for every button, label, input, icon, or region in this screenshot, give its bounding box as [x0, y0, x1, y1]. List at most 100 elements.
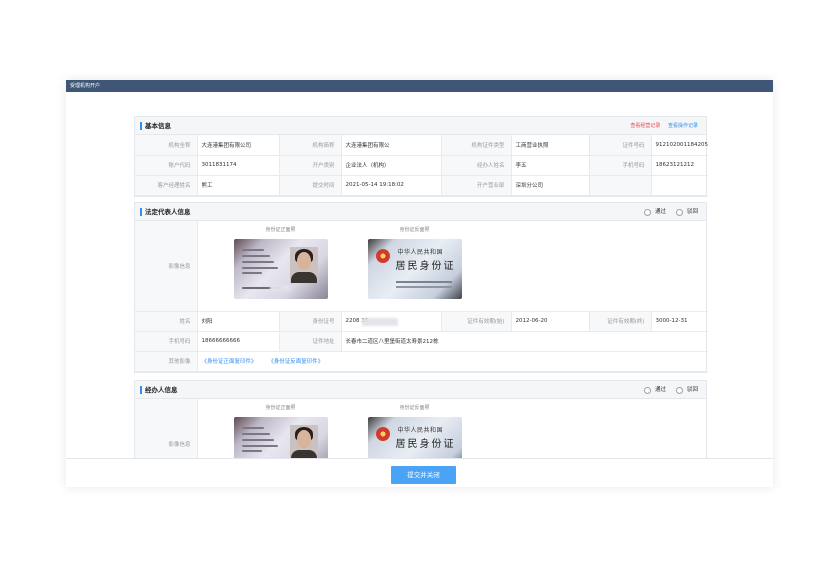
- field-value: 18666666666: [196, 330, 280, 352]
- table-row: 客户经理姓名 熊工 提交时间 2021-05-14 19:18:02 开户营业部…: [135, 174, 708, 196]
- field-label: 开户营业部: [440, 174, 512, 196]
- table-row: 机构全称 大连港集团有限公司 机构简称 大连港集团有限公 机构证件类型 工商营业…: [135, 135, 708, 156]
- field-value: 大连港集团有限公司: [196, 135, 280, 156]
- legal-rep-title: 法定代表人信息: [145, 208, 191, 216]
- basic-info-panel: 基本信息 查看经营记录 查看操作记录 机构全称 大连港集团有限公司 机构简称 大…: [134, 116, 708, 197]
- card-country-text: 中华人民共和国: [397, 427, 444, 434]
- view-operation-records-link[interactable]: 查看操作记录: [668, 123, 698, 129]
- approve-radio[interactable]: 通过: [643, 381, 666, 399]
- section-accent-bar: [140, 122, 142, 130]
- field-label: 机构全称: [135, 135, 198, 156]
- approve-radio[interactable]: 通过: [643, 203, 666, 221]
- field-label: 机构简称: [278, 135, 342, 156]
- legal-rep-panel: 法定代表人信息 通过 驳回 影像信息 身份证正面照 身份证反面照 中华人民共和国…: [134, 202, 709, 373]
- image-cell: 身份证正面照 身份证反面照 中华人民共和国 居民身份证: [196, 399, 708, 458]
- id-front-image[interactable]: 身份证正面照: [233, 399, 328, 458]
- basic-info-table: 机构全称 大连港集团有限公司 机构简称 大连港集团有限公 机构证件类型 工商营业…: [135, 135, 708, 196]
- window-title: 受理机构开户: [66, 80, 773, 92]
- image-row: 影像信息 身份证正面照 身份证反面照 中华人民共和国 居民身份证: [135, 399, 708, 458]
- field-value: 企业法人（机构）: [340, 154, 442, 176]
- field-value: 2012-06-20: [510, 310, 590, 332]
- field-label: 账户代码: [135, 154, 198, 176]
- other-images-cell: 《身份证正面复印件》 《身份证反面复印件》: [196, 350, 709, 372]
- reject-radio[interactable]: 驳回: [675, 381, 698, 399]
- field-label: 手机号码: [135, 330, 198, 352]
- scroll-content[interactable]: 基本信息 查看经营记录 查看操作记录 机构全称 大连港集团有限公司 机构简称 大…: [66, 92, 773, 459]
- id-front-copy-link[interactable]: 《身份证正面复印件》: [202, 359, 257, 365]
- field-label: 客户经理姓名: [135, 174, 198, 196]
- field-value: 长春市二道区八里堡街道太寿景212栋: [340, 330, 709, 352]
- approve-label: 通过: [654, 387, 666, 393]
- table-row: 账户代码 3011831174 开户类别 企业法人（机构） 经办人姓名 李五 手…: [135, 154, 708, 176]
- submit-and-close-button[interactable]: 提交并关闭: [391, 466, 456, 484]
- field-value: [650, 174, 708, 196]
- id-card-front-photo: [233, 417, 328, 458]
- field-label: 证件号码: [588, 135, 652, 156]
- approve-label: 通过: [654, 209, 666, 215]
- section-accent-bar: [140, 386, 142, 394]
- id-card-back-photo: 中华人民共和国 居民身份证: [367, 417, 462, 458]
- field-value: 大连港集团有限公: [340, 135, 442, 156]
- account-review-window: 受理机构开户 基本信息 查看经营记录 查看操作记录 机构全称 大连港集团有限公司: [66, 80, 773, 487]
- field-label: 证件有效期(始): [440, 310, 512, 332]
- image-caption: 身份证反面照: [399, 227, 430, 233]
- field-label: 证件有效期(终): [588, 310, 652, 332]
- reject-radio[interactable]: 驳回: [675, 203, 698, 221]
- table-row: 姓名 刘阳 身份证号 2208 36 证件有效期(始) 2012-06-20 证…: [135, 310, 709, 332]
- basic-info-title: 基本信息: [145, 122, 171, 130]
- agent-header: 经办人信息 通过 驳回: [135, 381, 706, 399]
- image-caption: 身份证正面照: [265, 405, 296, 411]
- id-back-copy-link[interactable]: 《身份证反面复印件》: [268, 359, 323, 365]
- reject-label: 驳回: [686, 387, 698, 393]
- field-label: 开户类别: [278, 154, 342, 176]
- id-number-value: 2208 36: [340, 310, 442, 332]
- radio-circle-icon: [675, 208, 683, 216]
- field-label: 证件地址: [278, 330, 342, 352]
- redaction-blur: [361, 317, 398, 326]
- field-value: 18623121212: [650, 154, 708, 176]
- field-value: 912102001184205533: [650, 135, 708, 156]
- card-type-text: 居民身份证: [395, 261, 456, 272]
- field-label: 影像信息: [135, 399, 198, 458]
- agent-title: 经办人信息: [145, 386, 178, 394]
- legal-rep-header: 法定代表人信息 通过 驳回: [135, 203, 706, 221]
- view-business-records-link[interactable]: 查看经营记录: [630, 123, 660, 129]
- card-type-text: 居民身份证: [395, 439, 456, 450]
- footer-bar: 提交并关闭: [66, 460, 773, 487]
- image-caption: 身份证反面照: [399, 405, 430, 411]
- agent-panel: 经办人信息 通过 驳回 影像信息 身份证正面照 身份证反面照 中华人民共和国 居…: [134, 380, 708, 458]
- table-row: 手机号码 18666666666 证件地址 长春市二道区八里堡街道太寿景212栋: [135, 330, 709, 352]
- field-value: 2021-05-14 19:18:02: [340, 174, 442, 196]
- table-row: 其他影像 《身份证正面复印件》 《身份证反面复印件》: [135, 350, 709, 372]
- radio-circle-icon: [643, 386, 651, 394]
- field-value: 工商营业执照: [510, 135, 590, 156]
- field-label: 机构证件类型: [440, 135, 512, 156]
- field-label: 其他影像: [135, 350, 198, 372]
- field-label: 影像信息: [135, 221, 198, 312]
- field-value: 刘阳: [196, 310, 280, 332]
- field-value: 3011831174: [196, 154, 280, 176]
- reject-label: 驳回: [686, 209, 698, 215]
- image-cell: 身份证正面照 身份证反面照 中华人民共和国 居民身份证: [196, 221, 709, 312]
- field-value: 熊工: [196, 174, 280, 196]
- field-label: 姓名: [135, 310, 198, 332]
- id-card-front-photo: [233, 239, 328, 299]
- image-caption: 身份证正面照: [265, 227, 296, 233]
- id-back-image[interactable]: 身份证反面照 中华人民共和国 居民身份证: [367, 221, 462, 299]
- field-label: [588, 174, 652, 196]
- id-back-image[interactable]: 身份证反面照 中华人民共和国 居民身份证: [367, 399, 462, 458]
- card-country-text: 中华人民共和国: [397, 249, 444, 256]
- field-value: 3000-12-31: [650, 310, 709, 332]
- image-row: 影像信息 身份证正面照 身份证反面照 中华人民共和国 居民身份证: [135, 221, 709, 312]
- radio-circle-icon: [643, 208, 651, 216]
- field-label: 身份证号: [278, 310, 342, 332]
- id-front-image[interactable]: 身份证正面照: [233, 221, 328, 299]
- national-emblem-icon: [375, 427, 390, 441]
- field-value: 李五: [510, 154, 590, 176]
- field-label: 经办人姓名: [440, 154, 512, 176]
- field-label: 手机号码: [588, 154, 652, 176]
- agent-table: 影像信息 身份证正面照 身份证反面照 中华人民共和国 居民身份证: [135, 399, 708, 458]
- national-emblem-icon: [375, 249, 390, 263]
- field-value: 深圳分公司: [510, 174, 590, 196]
- id-card-back-photo: 中华人民共和国 居民身份证: [367, 239, 462, 299]
